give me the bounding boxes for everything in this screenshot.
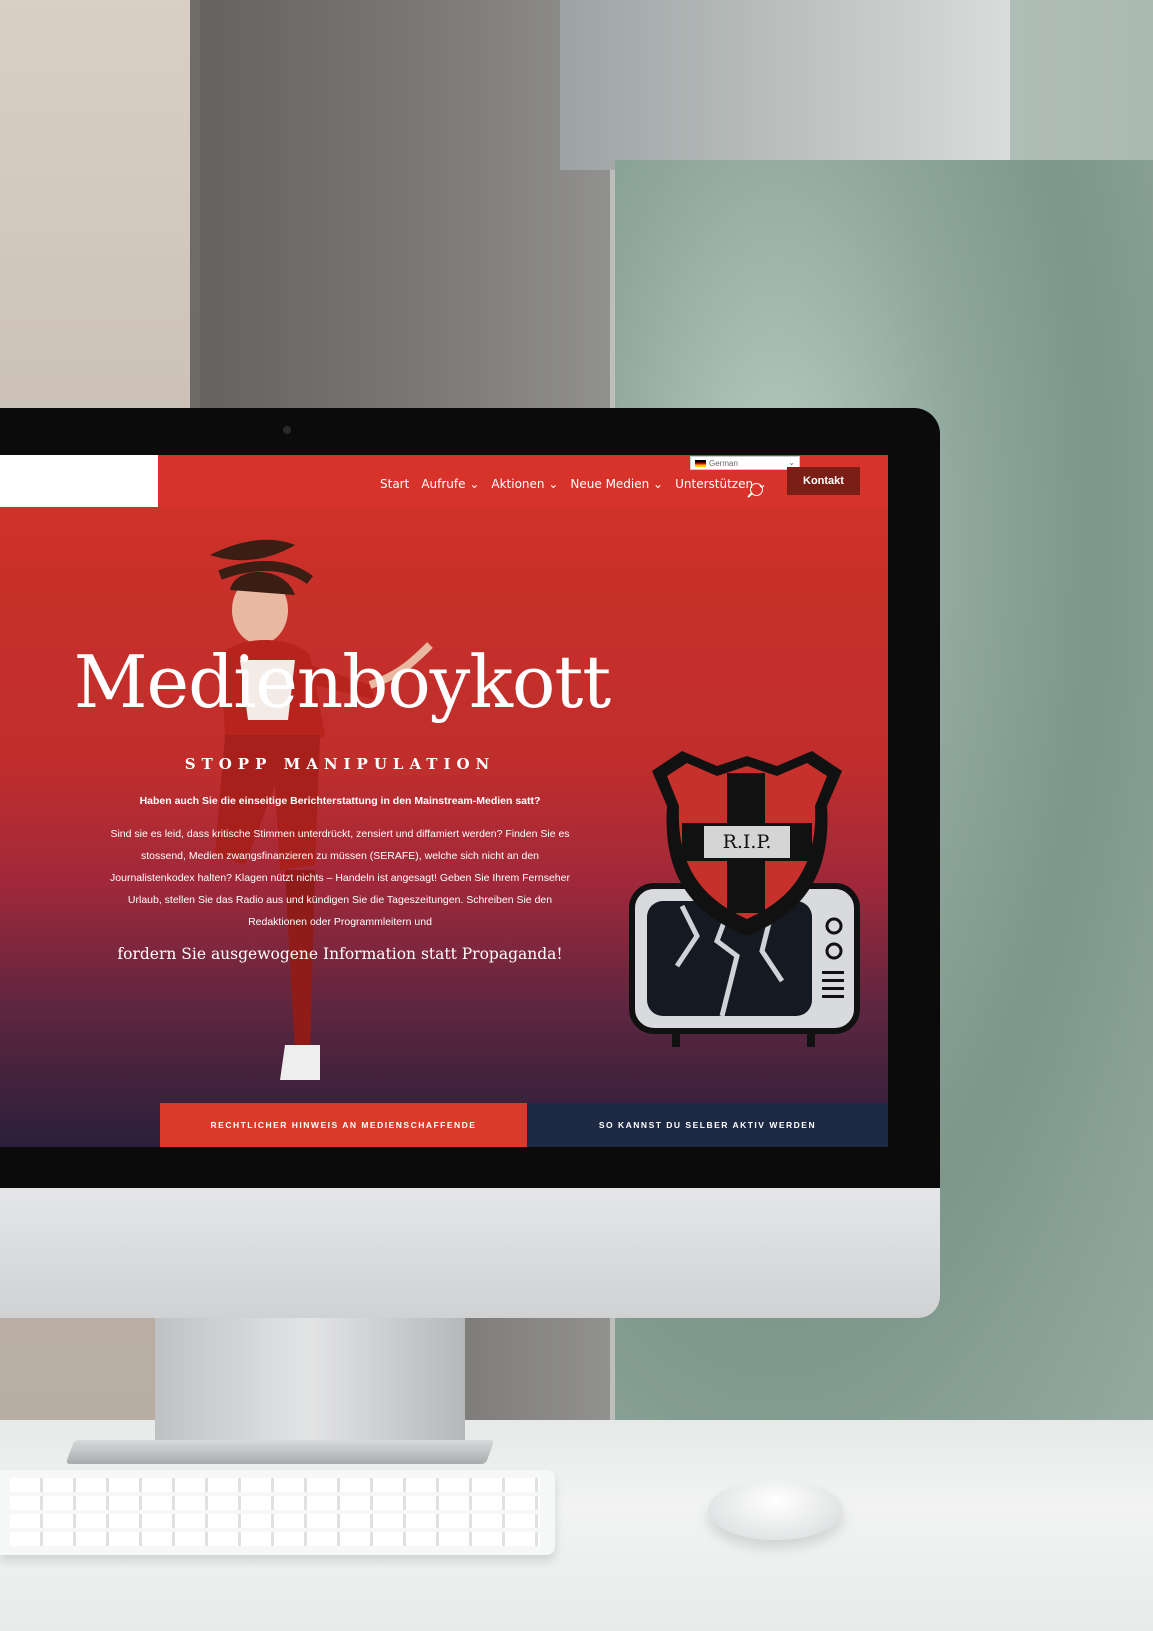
hero-photo-woman — [210, 539, 433, 1080]
language-selector[interactable]: German ⌄ — [690, 456, 800, 470]
mouse — [708, 1480, 843, 1540]
background-wall-light — [560, 0, 1010, 170]
hero-call-to-action: fordern Sie ausgewogene Information stat… — [117, 945, 563, 963]
rip-tv-shield-logo — [629, 751, 860, 1047]
monitor-chin — [0, 1188, 940, 1318]
monitor-stand-base — [65, 1440, 495, 1464]
hero-body-text: Sind sie es leid, dass kritische Stimmen… — [110, 828, 570, 928]
badge-text: R.I.P. — [722, 831, 772, 853]
menu-item-aufrufe[interactable]: Aufrufe ⌄ — [421, 477, 479, 491]
website-screen: German ⌄ Start Aufrufe ⌄ Aktionen ⌄ Neue… — [0, 455, 888, 1147]
search-icon[interactable] — [750, 483, 763, 496]
menu-item-start[interactable]: Start — [380, 477, 409, 491]
chevron-down-icon: ⌄ — [788, 458, 795, 467]
keyboard — [0, 1470, 555, 1555]
menu-item-neue-medien[interactable]: Neue Medien ⌄ — [570, 477, 663, 491]
main-menu: Start Aufrufe ⌄ Aktionen ⌄ Neue Medien ⌄… — [380, 477, 767, 491]
hero-title: Medienboykott — [73, 640, 611, 724]
monitor-stand — [155, 1318, 465, 1453]
webcam — [283, 426, 291, 434]
contact-button[interactable]: Kontakt — [787, 467, 860, 495]
german-flag-icon — [695, 459, 706, 467]
legal-notice-button[interactable]: RECHTLICHER HINWEIS AN MEDIENSCHAFFENDE — [160, 1103, 527, 1147]
get-active-button[interactable]: SO KANNST DU SELBER AKTIV WERDEN — [527, 1103, 888, 1147]
site-header: German ⌄ Start Aufrufe ⌄ Aktionen ⌄ Neue… — [0, 455, 888, 507]
hero-subtitle: STOPP MANIPULATION — [184, 755, 496, 773]
site-logo[interactable] — [0, 455, 158, 507]
menu-item-aktionen[interactable]: Aktionen ⌄ — [491, 477, 558, 491]
language-label: German — [709, 458, 738, 468]
hero-question: Haben auch Sie die einseitige Berichters… — [139, 795, 541, 807]
